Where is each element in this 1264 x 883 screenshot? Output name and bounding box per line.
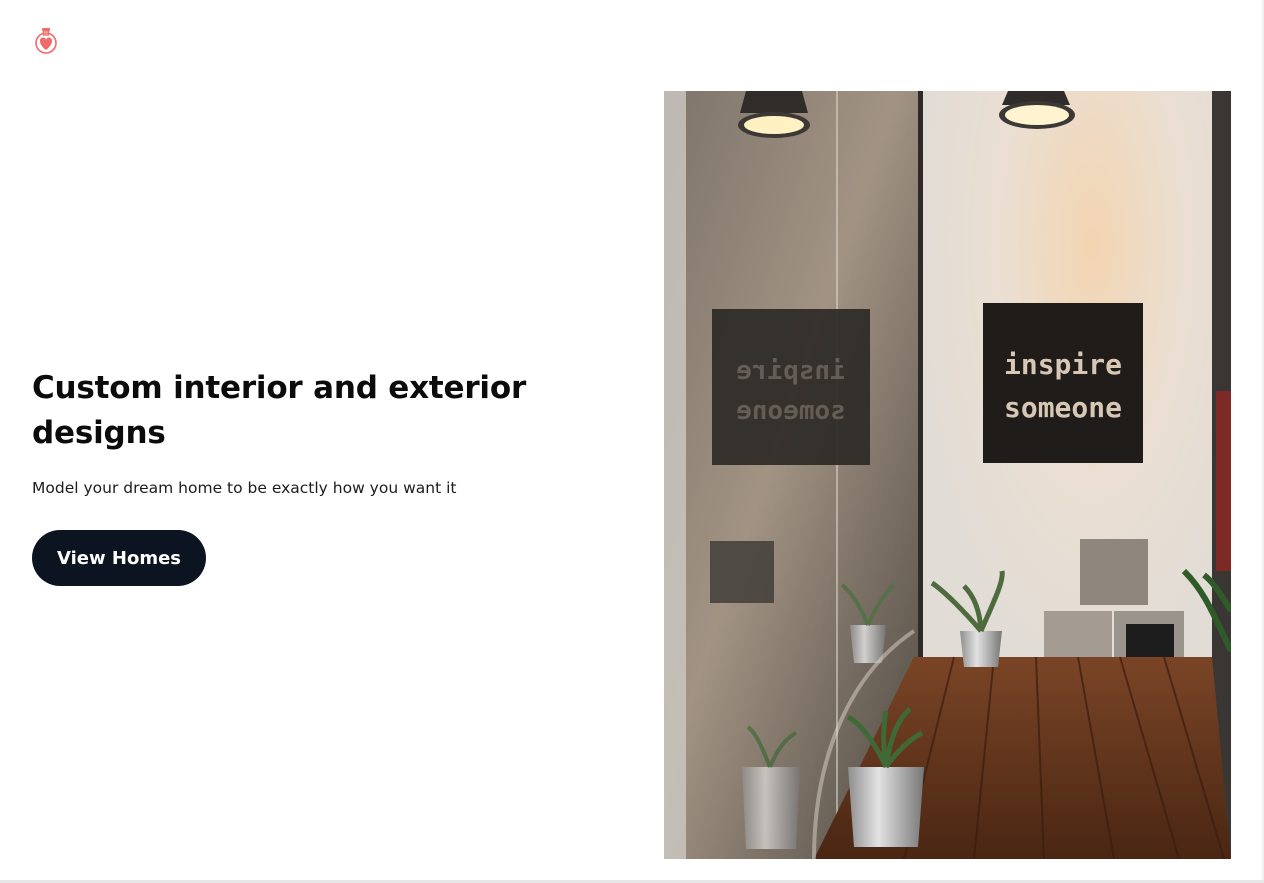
view-homes-button[interactable]: View Homes	[32, 530, 206, 586]
hero-title: Custom interior and exterior designs	[32, 370, 527, 451]
landing-page: Custom interior and exterior designs Mod…	[0, 0, 1264, 883]
svg-text:inspire: inspire	[736, 356, 846, 386]
hero-subtitle: Model your dream home to be exactly how …	[32, 479, 457, 497]
heart-potion-icon	[35, 28, 57, 54]
sign-text-1: inspire	[1004, 348, 1122, 381]
svg-text:someone: someone	[736, 396, 846, 426]
hero-section: Custom interior and exterior designs Mod…	[32, 366, 592, 586]
brand-logo[interactable]	[32, 27, 60, 55]
sign-text-2: someone	[1004, 391, 1122, 424]
hero-image: inspire someone inspire someone	[664, 91, 1231, 859]
